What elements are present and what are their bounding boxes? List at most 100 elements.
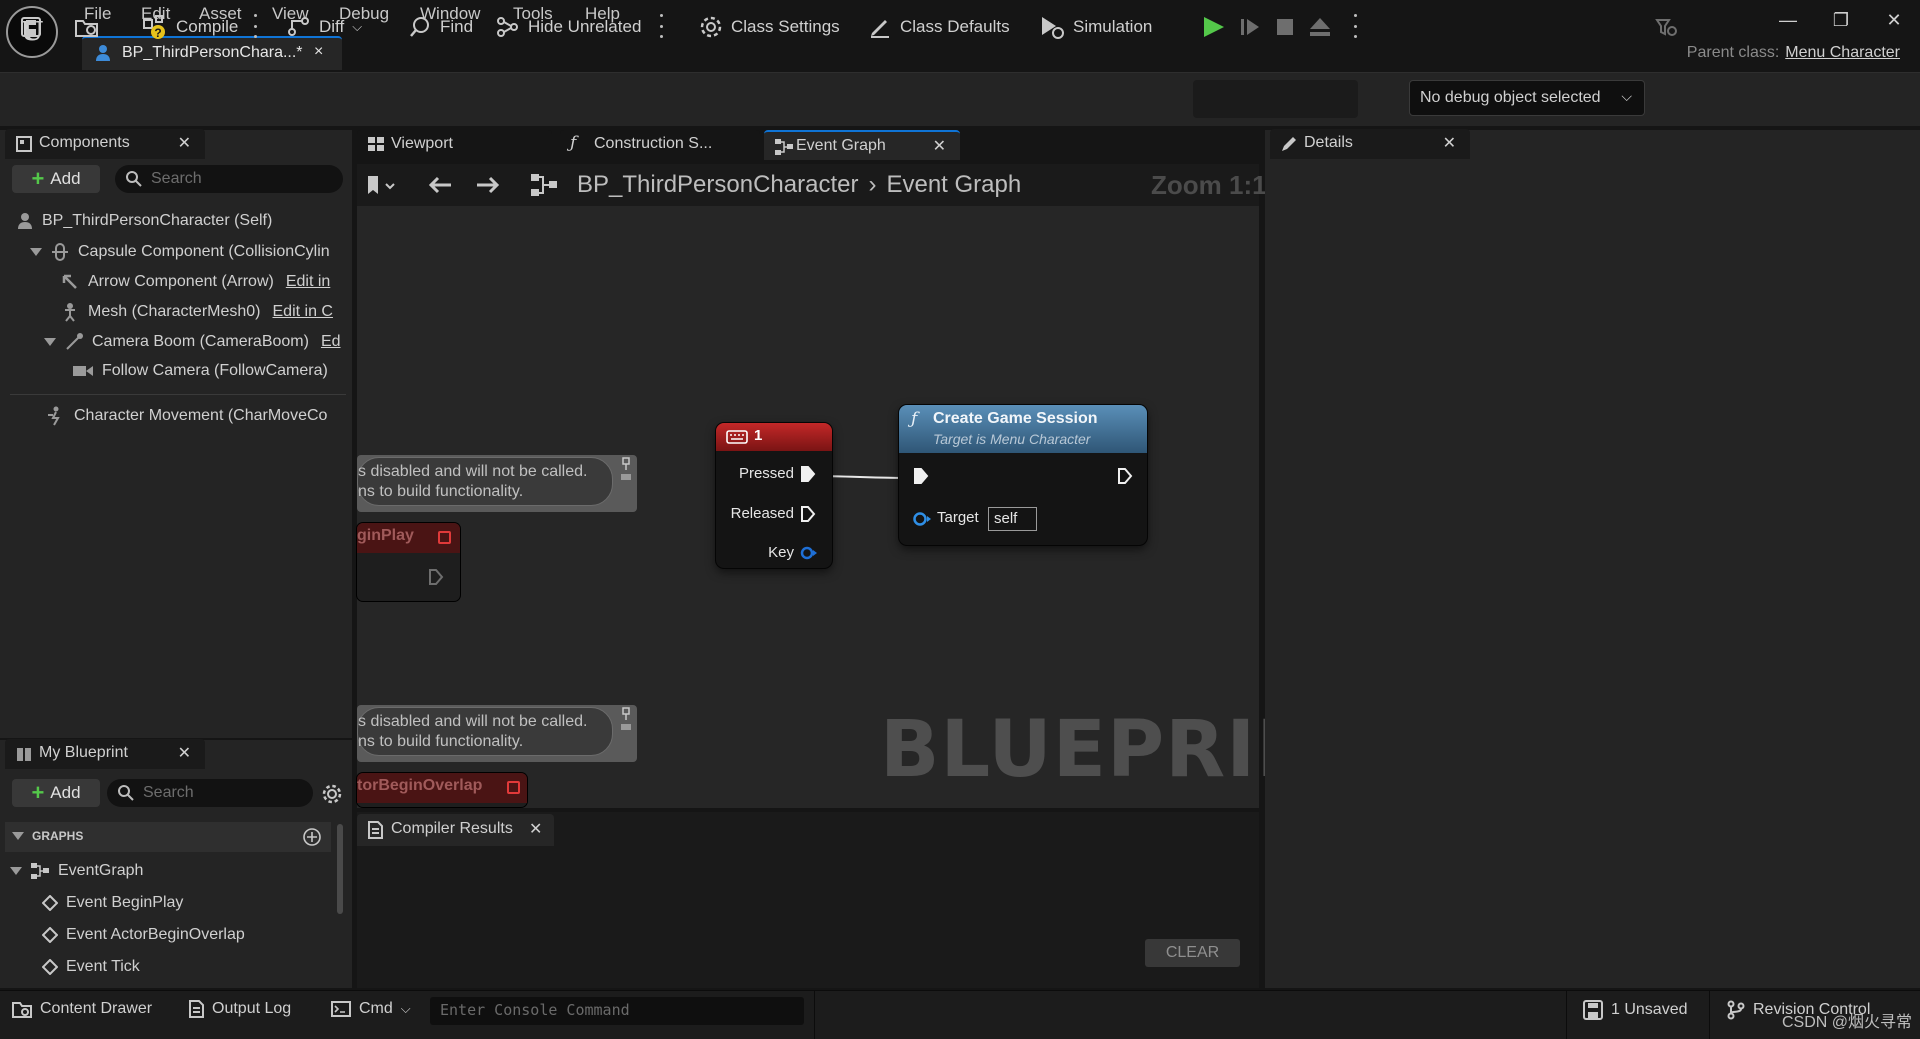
- pressed-exec-pin[interactable]: [800, 465, 816, 483]
- details-tab[interactable]: Details ✕: [1270, 129, 1470, 159]
- pin-icon[interactable]: [619, 456, 633, 484]
- component-item-follow-camera[interactable]: Follow Camera (FollowCamera): [72, 362, 328, 380]
- expand-caret-icon[interactable]: [30, 248, 42, 256]
- breadcrumb-separator-icon: ›: [868, 171, 877, 198]
- browse-button[interactable]: [74, 10, 100, 44]
- simulation-button[interactable]: Simulation: [1039, 10, 1152, 44]
- bookmark-icon[interactable]: [366, 175, 398, 197]
- close-components-icon[interactable]: ✕: [178, 133, 191, 153]
- edit-in-link[interactable]: Edit in: [286, 273, 330, 291]
- tab-construction-script[interactable]: ƒ Construction S...: [560, 130, 760, 160]
- components-tab[interactable]: Components ✕: [5, 129, 205, 159]
- component-item-camera-boom[interactable]: Camera Boom (CameraBoom) Ed: [44, 332, 341, 352]
- back-arrow-icon[interactable]: [427, 175, 453, 195]
- viewport-icon: [367, 136, 385, 152]
- pin-icon[interactable]: [619, 706, 633, 734]
- unsaved-button[interactable]: 1 Unsaved: [1583, 1000, 1688, 1020]
- parent-class-link[interactable]: Menu Character: [1785, 44, 1900, 61]
- compile-button[interactable]: ? Compile: [142, 10, 238, 44]
- forward-arrow-icon[interactable]: [475, 175, 501, 195]
- target-object-pin[interactable]: [912, 511, 932, 527]
- divider: [1566, 990, 1567, 1039]
- save-button[interactable]: [20, 10, 42, 44]
- tab-event-graph[interactable]: Event Graph ✕: [764, 130, 960, 160]
- compile-options-icon[interactable]: [253, 14, 257, 38]
- create-game-session-node[interactable]: ƒ Create Game Session Target is Menu Cha…: [899, 405, 1147, 545]
- play-button[interactable]: [1199, 10, 1227, 44]
- hide-unrelated-options-icon[interactable]: [659, 14, 663, 38]
- compiler-results-tab[interactable]: Compiler Results ✕: [357, 814, 554, 846]
- component-item-capsule[interactable]: Capsule Component (CollisionCylin: [30, 242, 330, 262]
- advance-frame-icon: [1241, 19, 1259, 35]
- search-icon: [118, 785, 134, 801]
- add-graph-icon[interactable]: [302, 827, 322, 847]
- tab-viewport[interactable]: Viewport: [357, 130, 552, 160]
- close-details-icon[interactable]: ✕: [1443, 133, 1456, 153]
- book-icon: [15, 745, 33, 763]
- advance-frame-button[interactable]: [1238, 10, 1262, 44]
- exec-in-pin[interactable]: [913, 467, 929, 485]
- key-struct-pin[interactable]: [800, 545, 818, 561]
- key-1-event-node[interactable]: 1 Pressed Released Key: [716, 423, 832, 568]
- event-beginplay-node[interactable]: ginPlay: [357, 523, 460, 601]
- breadcrumb-root[interactable]: BP_ThirdPersonCharacter: [577, 171, 858, 199]
- component-item-character-movement[interactable]: Character Movement (CharMoveCo: [44, 406, 327, 426]
- divider: [10, 394, 346, 395]
- cmd-select[interactable]: Cmd ⌵: [331, 1000, 411, 1018]
- expand-caret-icon[interactable]: [44, 338, 56, 346]
- target-value-field[interactable]: self: [988, 507, 1037, 531]
- chevron-down-icon: ⌵: [1621, 88, 1632, 104]
- released-exec-pin[interactable]: [800, 505, 816, 523]
- graph-item-eventgraph[interactable]: EventGraph: [10, 862, 143, 880]
- event-actorbeginoverlap-node[interactable]: torBeginOverlap: [357, 773, 527, 807]
- parent-class: Parent class: Menu Character: [1687, 44, 1900, 62]
- edit-in-link[interactable]: Edit in C: [273, 303, 333, 321]
- settings-gear-icon[interactable]: [321, 783, 343, 805]
- diff-label: Diff: [319, 17, 345, 36]
- event-item-actorbeginoverlap[interactable]: Event ActorBeginOverlap: [42, 926, 245, 944]
- console-command-input[interactable]: Enter Console Command: [430, 997, 804, 1025]
- graph-hierarchy-icon[interactable]: [530, 173, 558, 197]
- find-button[interactable]: Find: [408, 10, 473, 44]
- event-item-beginplay[interactable]: Event BeginPlay: [42, 894, 183, 912]
- restore-icon[interactable]: ❐: [1827, 8, 1855, 32]
- node-title: torBeginOverlap: [357, 773, 527, 803]
- exec-out-pin[interactable]: [1117, 467, 1133, 485]
- add-component-button[interactable]: + Add: [12, 165, 100, 193]
- debug-filter-icon: [1655, 19, 1677, 36]
- components-search-input[interactable]: Search: [115, 165, 343, 193]
- my-blueprint-search-input[interactable]: Search: [107, 779, 313, 807]
- event-item-tick[interactable]: Event Tick: [42, 958, 140, 976]
- play-options-icon[interactable]: [1353, 14, 1357, 38]
- component-item-arrow[interactable]: Arrow Component (Arrow) Edit in: [60, 272, 330, 292]
- my-blueprint-scrollbar[interactable]: [337, 824, 343, 914]
- close-asset-tab-icon[interactable]: ×: [314, 43, 323, 61]
- stop-button[interactable]: [1274, 10, 1296, 44]
- clear-button[interactable]: CLEAR: [1145, 939, 1240, 967]
- gear-icon: [700, 16, 722, 38]
- class-defaults-button[interactable]: Class Defaults: [868, 10, 1010, 44]
- chevron-down-icon: ⌵: [352, 19, 363, 34]
- close-compiler-results-icon[interactable]: ✕: [529, 819, 542, 839]
- hide-unrelated-label: Hide Unrelated: [528, 17, 642, 36]
- add-blueprint-item-button[interactable]: + Add: [12, 779, 100, 807]
- debug-filter-button[interactable]: [1655, 10, 1677, 44]
- diff-button[interactable]: Diff ⌵: [287, 10, 362, 44]
- content-drawer-button[interactable]: Content Drawer: [12, 1000, 152, 1018]
- class-settings-button[interactable]: Class Settings: [699, 10, 840, 44]
- graphs-section[interactable]: GRAPHS: [12, 829, 83, 843]
- component-item-mesh[interactable]: Mesh (CharacterMesh0) Edit in C: [60, 302, 333, 322]
- close-event-graph-icon[interactable]: ✕: [933, 136, 946, 156]
- expand-caret-icon[interactable]: [10, 867, 22, 875]
- class-defaults-icon: [871, 20, 889, 38]
- hide-unrelated-button[interactable]: Hide Unrelated: [496, 10, 641, 44]
- output-log-button[interactable]: Output Log: [188, 1000, 291, 1018]
- close-my-blueprint-icon[interactable]: ✕: [178, 743, 191, 763]
- close-window-icon[interactable]: ✕: [1880, 8, 1908, 32]
- component-item-self[interactable]: BP_ThirdPersonCharacter (Self): [16, 212, 272, 230]
- edit-in-link[interactable]: Ed: [321, 333, 341, 351]
- my-blueprint-tab[interactable]: My Blueprint ✕: [5, 739, 205, 769]
- minimize-icon[interactable]: —: [1774, 8, 1802, 32]
- eject-button[interactable]: [1308, 10, 1332, 44]
- debug-object-select[interactable]: No debug object selected ⌵: [1409, 80, 1645, 116]
